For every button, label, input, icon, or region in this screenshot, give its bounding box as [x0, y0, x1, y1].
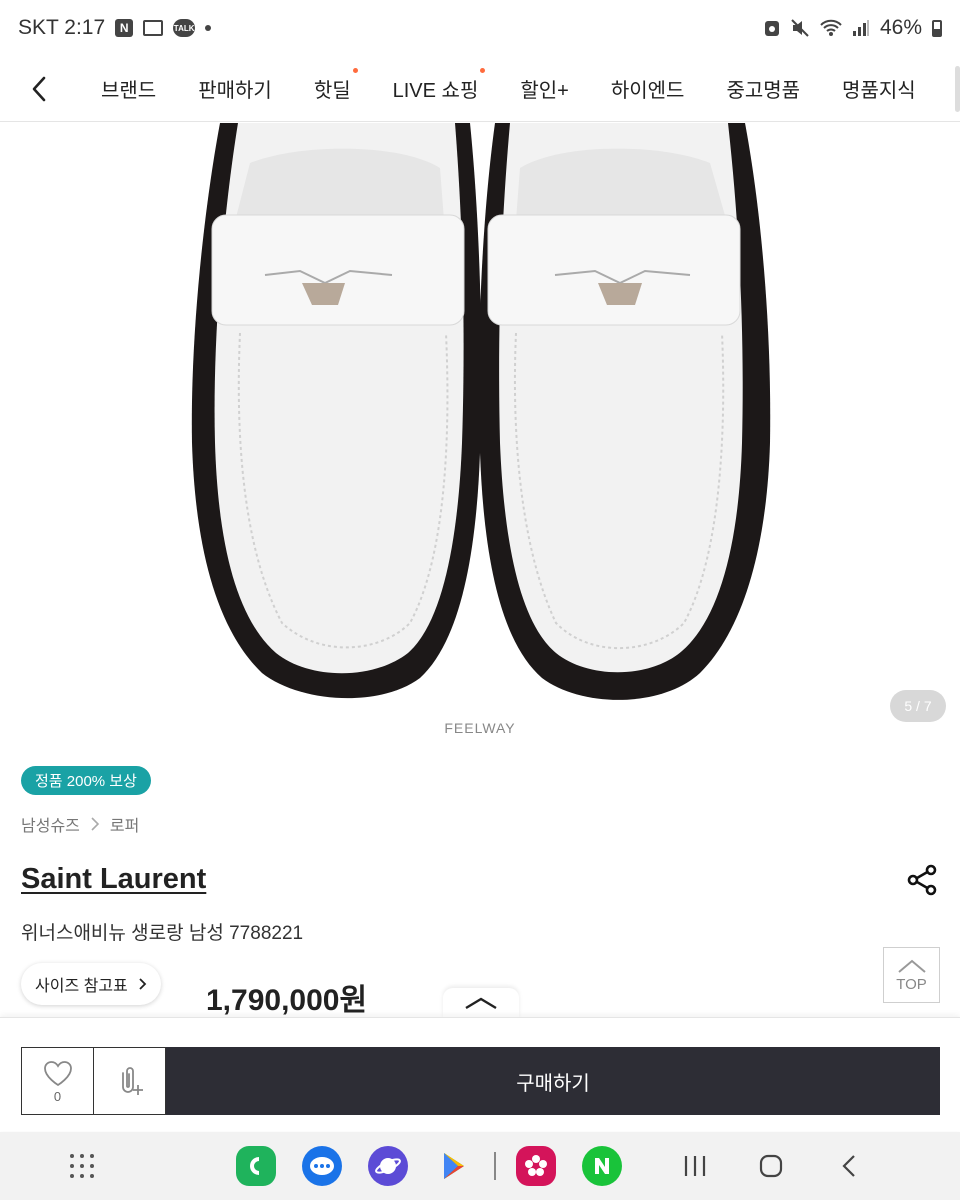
tab-highend[interactable]: 하이엔드 — [590, 74, 706, 103]
size-guide-button[interactable]: 사이즈 참고표 — [21, 963, 161, 1005]
flower-app-icon[interactable] — [516, 1146, 556, 1186]
new-dot-icon — [480, 68, 486, 73]
back-button[interactable] — [0, 56, 80, 122]
recents-icon — [684, 1156, 706, 1176]
chevron-left-icon — [842, 1155, 855, 1177]
tab-brand[interactable]: 브랜드 — [80, 74, 177, 103]
new-dot-icon — [352, 68, 358, 73]
status-left: SKT 2:17 N TALK — [18, 16, 212, 40]
breadcrumb-item[interactable]: 로퍼 — [110, 812, 139, 836]
system-back-button[interactable] — [838, 1152, 860, 1180]
status-bar: SKT 2:17 N TALK 46% — [0, 0, 960, 56]
category-tabs: 브랜드 판매하기 핫딜 LIVE 쇼핑 할인+ 하이엔드 중고명품 명품지식 — [80, 68, 960, 103]
wifi-icon — [820, 19, 842, 36]
product-name: 위너스애비뉴 생로랑 남성 7788221 — [21, 923, 304, 944]
tab-discount[interactable]: 할인+ — [499, 74, 589, 103]
brand-link[interactable]: Saint Laurent — [21, 863, 206, 896]
expand-panel-button[interactable] — [443, 988, 519, 1018]
tab-label: 브랜드 — [101, 80, 157, 102]
heart-icon — [43, 1060, 72, 1086]
tab-hotdeal[interactable]: 핫딜 — [293, 68, 372, 103]
left-shoe — [0, 123, 482, 699]
card-notification-icon — [143, 20, 164, 36]
paperclip-add-icon — [122, 1067, 143, 1095]
tab-sell[interactable]: 판매하기 — [177, 74, 293, 103]
product-price: 1,790,000원 — [206, 984, 368, 1017]
share-icon[interactable] — [904, 862, 940, 898]
signal-icon — [852, 20, 869, 36]
right-shoe — [478, 123, 771, 700]
tab-label: 명품지식 — [842, 80, 916, 102]
recent-apps-button[interactable] — [682, 1152, 708, 1180]
app-drawer-icon[interactable] — [70, 1154, 94, 1178]
tab-label: 하이엔드 — [610, 80, 685, 102]
more-notifications-icon — [205, 25, 212, 31]
wishlist-button[interactable]: 0 — [21, 1047, 94, 1115]
top-label: TOP — [896, 975, 927, 993]
status-right: 46% — [764, 16, 942, 40]
watermark-text: FEELWAY — [444, 720, 516, 736]
size-guide-label: 사이즈 참고표 — [35, 978, 128, 995]
gallery-pager: 5 / 7 — [890, 690, 946, 722]
tab-label: 할인+ — [520, 80, 569, 102]
tab-live-shopping[interactable]: LIVE 쇼핑 — [372, 68, 500, 103]
sync-icon — [764, 21, 779, 36]
tab-used-luxury[interactable]: 중고명품 — [705, 74, 821, 103]
system-navigation-bar — [0, 1132, 960, 1200]
tab-label: 중고명품 — [726, 80, 801, 102]
naver-notification-icon: N — [115, 19, 134, 37]
battery-percent: 46% — [879, 16, 922, 39]
messages-app-icon[interactable] — [302, 1146, 342, 1186]
home-button[interactable] — [758, 1152, 784, 1180]
play-store-icon[interactable] — [434, 1146, 474, 1186]
product-image — [0, 123, 771, 700]
tab-label: LIVE 쇼핑 — [392, 80, 479, 102]
kakaotalk-notification-icon: TALK — [173, 19, 196, 37]
scroll-top-button[interactable]: TOP — [883, 947, 940, 1003]
chevron-right-icon — [91, 817, 100, 831]
wishlist-count: 0 — [53, 1088, 62, 1104]
tab-luxury-knowledge[interactable]: 명품지식 — [821, 74, 937, 103]
internet-app-icon[interactable] — [368, 1146, 408, 1186]
home-icon — [759, 1154, 783, 1178]
save-clip-button[interactable] — [93, 1047, 166, 1115]
breadcrumb-item[interactable]: 남성슈즈 — [21, 812, 80, 836]
tab-label: 판매하기 — [198, 80, 272, 102]
carrier-time: SKT 2:17 — [18, 16, 106, 39]
breadcrumb: 남성슈즈 로퍼 — [21, 812, 139, 836]
product-image-gallery[interactable] — [0, 123, 960, 750]
purchase-bar: 0 구매하기 — [0, 1017, 960, 1131]
chevron-up-icon — [465, 997, 497, 1010]
phone-app-icon[interactable] — [236, 1146, 276, 1186]
tab-label: 핫딜 — [313, 80, 351, 102]
buy-button[interactable]: 구매하기 — [166, 1047, 940, 1115]
dock-separator — [494, 1152, 496, 1180]
mute-icon — [791, 19, 809, 37]
battery-icon — [932, 19, 942, 37]
chevron-right-icon — [139, 978, 147, 990]
naver-app-icon[interactable] — [582, 1146, 622, 1186]
authenticity-badge[interactable]: 정품 200% 보상 — [21, 766, 151, 795]
nav-scrollbar[interactable] — [955, 66, 960, 112]
chevron-left-icon — [32, 76, 46, 101]
top-category-nav: 브랜드 판매하기 핫딜 LIVE 쇼핑 할인+ 하이엔드 중고명품 명품지식 — [0, 56, 960, 122]
chevron-up-icon — [897, 959, 926, 973]
